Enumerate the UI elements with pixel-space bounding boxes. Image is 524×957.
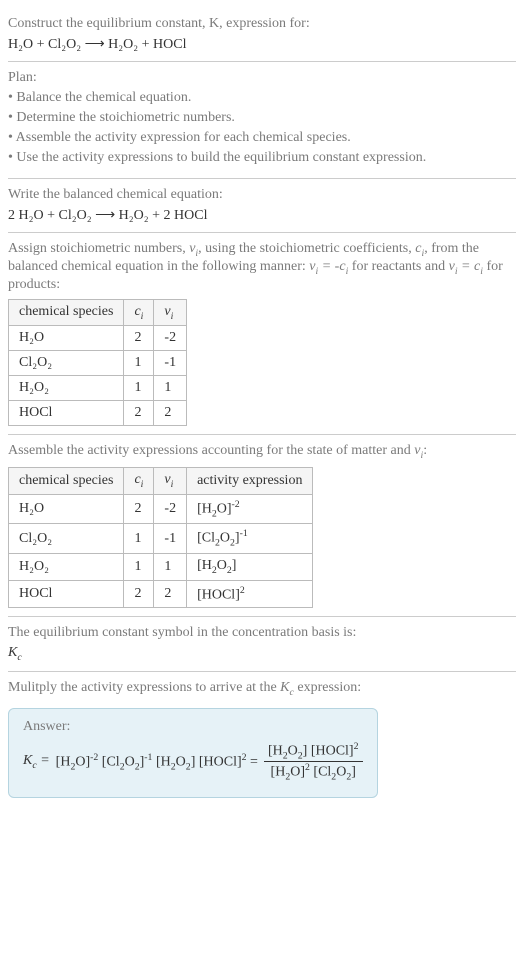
cell-vi: 1 <box>154 553 187 580</box>
col-activity: activity expression <box>187 468 313 495</box>
section-kc-symbol: The equilibrium constant symbol in the c… <box>8 617 516 672</box>
col-ci: ci <box>124 468 154 495</box>
construct-prompt-a: Construct the equilibrium constant, K, e… <box>8 16 310 31</box>
nu-eq-neg-c: νi = -ci <box>309 259 348 274</box>
cell-vi: -1 <box>154 351 187 376</box>
plan-bullet-4: • Use the activity expressions to build … <box>8 150 516 166</box>
kc-fraction: [H2O2] [HOCl]2 [H2O]2 [Cl2O2] <box>264 741 363 783</box>
cell-species: HOCl <box>9 580 124 608</box>
cell-vi: -2 <box>154 326 187 351</box>
unbalanced-equation: H₂O + Cl₂O₂ ⟶ H₂O₂ + HOCl <box>8 36 516 53</box>
table-row: HOCl 2 2 <box>9 401 187 426</box>
col-ci: ci <box>124 299 154 326</box>
table-header-row: chemical species ci νi activity expressi… <box>9 468 313 495</box>
plan-bullet-2: • Determine the stoichiometric numbers. <box>8 110 516 126</box>
stoich-prompt-b: , using the stoichiometric coefficients, <box>198 241 415 256</box>
section-stoich: Assign stoichiometric numbers, νi, using… <box>8 233 516 435</box>
col-species: chemical species <box>9 468 124 495</box>
kc-product-form: [H2O]-2 [Cl2O2]-1 [H2O2] [HOCl]2 = <box>56 752 258 772</box>
cell-vi: -2 <box>154 494 187 523</box>
cell-vi: 1 <box>154 376 187 401</box>
section-activity: Assemble the activity expressions accoun… <box>8 435 516 617</box>
kc-lhs: Kc = <box>23 753 50 771</box>
cell-ci: 2 <box>124 580 154 608</box>
nu-i-2: νi <box>414 443 423 458</box>
cell-vi: -1 <box>154 524 187 553</box>
cell-activity: [H2O2] <box>187 553 313 580</box>
table-row: H₂O₂ 1 1 <box>9 376 187 401</box>
table-header-row: chemical species ci νi <box>9 299 187 326</box>
multiply-prompt-b: expression: <box>294 680 361 695</box>
activity-prompt: Assemble the activity expressions accoun… <box>8 443 516 461</box>
cell-species: H₂O <box>9 326 124 351</box>
table-row: H₂O 2 -2 [H2O]-2 <box>9 494 313 523</box>
table-row: H₂O 2 -2 <box>9 326 187 351</box>
cell-species: HOCl <box>9 401 124 426</box>
stoich-prompt-a: Assign stoichiometric numbers, <box>8 241 189 256</box>
table-row: HOCl 2 2 [HOCl]2 <box>9 580 313 608</box>
activity-prompt-b: : <box>423 443 427 458</box>
cell-ci: 2 <box>124 494 154 523</box>
kc-expression: Kc = [H2O]-2 [Cl2O2]-1 [H2O2] [HOCl]2 = … <box>23 741 363 783</box>
cell-ci: 1 <box>124 524 154 553</box>
cell-vi: 2 <box>154 401 187 426</box>
multiply-prompt-a: Mulitply the activity expressions to arr… <box>8 680 280 695</box>
kc-symbol-prompt: The equilibrium constant symbol in the c… <box>8 625 516 641</box>
stoich-prompt-d: for reactants and <box>348 259 448 274</box>
plan-bullet-3: • Assemble the activity expression for e… <box>8 130 516 146</box>
activity-prompt-a: Assemble the activity expressions accoun… <box>8 443 414 458</box>
c-i: ci <box>415 241 424 256</box>
nu-i: νi <box>189 241 198 256</box>
stoich-table: chemical species ci νi H₂O 2 -2 Cl₂O₂ 1 … <box>8 299 187 427</box>
activity-table: chemical species ci νi activity expressi… <box>8 467 313 608</box>
cell-activity: [H2O]-2 <box>187 494 313 523</box>
section-balanced: Write the balanced chemical equation: 2 … <box>8 179 516 233</box>
stoich-prompt: Assign stoichiometric numbers, νi, using… <box>8 241 516 293</box>
answer-label: Answer: <box>23 719 363 735</box>
kc-inline: Kc <box>280 680 294 695</box>
section-construct: Construct the equilibrium constant, K, e… <box>8 8 516 62</box>
balanced-equation: 2 H₂O + Cl₂O₂ ⟶ H₂O₂ + 2 HOCl <box>8 207 516 224</box>
col-vi: νi <box>154 299 187 326</box>
cell-ci: 1 <box>124 376 154 401</box>
plan-bullet-1: • Balance the chemical equation. <box>8 90 516 106</box>
cell-species: H₂O <box>9 494 124 523</box>
construct-prompt: Construct the equilibrium constant, K, e… <box>8 16 516 32</box>
cell-species: H₂O₂ <box>9 376 124 401</box>
cell-species: H₂O₂ <box>9 553 124 580</box>
kc-denominator: [H2O]2 [Cl2O2] <box>264 762 363 782</box>
kc-numerator: [H2O2] [HOCl]2 <box>264 741 363 762</box>
table-row: H₂O₂ 1 1 [H2O2] <box>9 553 313 580</box>
section-plan: Plan: • Balance the chemical equation. •… <box>8 62 516 179</box>
multiply-prompt: Mulitply the activity expressions to arr… <box>8 680 516 698</box>
cell-ci: 2 <box>124 401 154 426</box>
cell-species: Cl₂O₂ <box>9 524 124 553</box>
balanced-prompt: Write the balanced chemical equation: <box>8 187 516 203</box>
col-vi: νi <box>154 468 187 495</box>
cell-ci: 1 <box>124 553 154 580</box>
kc-symbol: Kc <box>8 645 516 663</box>
plan-title: Plan: <box>8 70 516 86</box>
table-row: Cl₂O₂ 1 -1 [Cl2O2]-1 <box>9 524 313 553</box>
col-species: chemical species <box>9 299 124 326</box>
table-row: Cl₂O₂ 1 -1 <box>9 351 187 376</box>
section-multiply: Mulitply the activity expressions to arr… <box>8 672 516 806</box>
cell-ci: 2 <box>124 326 154 351</box>
cell-vi: 2 <box>154 580 187 608</box>
cell-activity: [Cl2O2]-1 <box>187 524 313 553</box>
cell-species: Cl₂O₂ <box>9 351 124 376</box>
cell-ci: 1 <box>124 351 154 376</box>
nu-eq-c: νi = ci <box>449 259 483 274</box>
cell-activity: [HOCl]2 <box>187 580 313 608</box>
answer-box: Answer: Kc = [H2O]-2 [Cl2O2]-1 [H2O2] [H… <box>8 708 378 798</box>
